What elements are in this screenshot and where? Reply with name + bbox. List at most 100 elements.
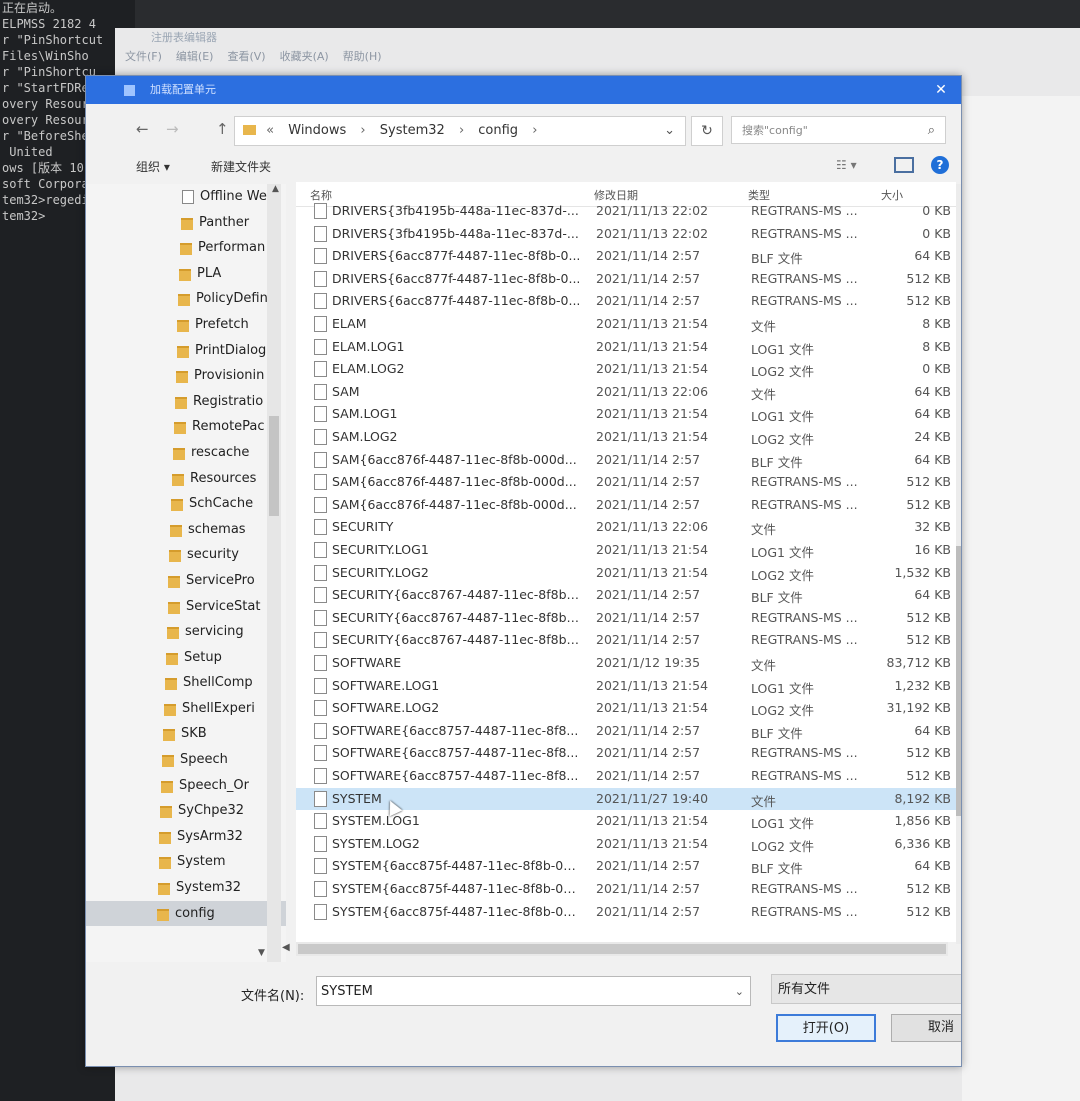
file-row[interactable]: ELAM.LOG2 2021/11/13 21:54 LOG2 文件 0 KB xyxy=(296,358,956,381)
menu-item: 帮助(H) xyxy=(342,50,382,63)
tree-item-system32[interactable]: System32 xyxy=(86,875,286,901)
search-icon[interactable]: ⌕ xyxy=(928,117,935,145)
back-arrow-icon[interactable]: ← xyxy=(136,120,149,138)
chevron-down-icon[interactable]: ⌄ xyxy=(664,117,675,145)
file-row[interactable]: SECURITY{6acc8767-4487-11ec-8f8b-... 2021… xyxy=(296,629,956,652)
list-horizontal-thumb[interactable] xyxy=(298,944,946,954)
tree-item-servicestat[interactable]: ServiceStat xyxy=(86,594,286,620)
tree-item-offline-we[interactable]: Offline We xyxy=(86,184,286,210)
chevron-down-icon[interactable]: ⌄ xyxy=(735,977,744,1007)
tree-item-remotepac[interactable]: RemotePac xyxy=(86,414,286,440)
refresh-button[interactable]: ↻ xyxy=(691,116,723,146)
breadcrumb-windows[interactable]: Windows xyxy=(288,123,346,138)
file-row[interactable]: SAM.LOG2 2021/11/13 21:54 LOG2 文件 24 KB xyxy=(296,426,956,449)
file-row[interactable]: SOFTWARE{6acc8757-4487-11ec-8f8... 2021/1… xyxy=(296,720,956,743)
search-input[interactable]: 搜索"config" ⌕ xyxy=(731,116,946,144)
tree-item-registratio[interactable]: Registratio xyxy=(86,389,286,415)
tree-item-rescache[interactable]: rescache xyxy=(86,440,286,466)
tree-item-panther[interactable]: Panther xyxy=(86,210,286,236)
cancel-button[interactable]: 取消 xyxy=(891,1014,961,1042)
tree-item-policydefin[interactable]: PolicyDefin xyxy=(86,286,286,312)
list-scrollbar-thumb[interactable] xyxy=(956,546,961,816)
filename-input[interactable]: SYSTEM ⌄ xyxy=(316,976,751,1006)
tree-item-system[interactable]: System xyxy=(86,849,286,875)
tree-item-sysarm32[interactable]: SysArm32 xyxy=(86,824,286,850)
file-row[interactable]: SAM.LOG1 2021/11/13 21:54 LOG1 文件 64 KB xyxy=(296,403,956,426)
tree-item-label: Speech xyxy=(180,752,228,768)
file-row[interactable]: DRIVERS{6acc877f-4487-11ec-8f8b-0... 2021… xyxy=(296,245,956,268)
file-row[interactable]: SAM 2021/11/13 22:06 文件 64 KB xyxy=(296,381,956,404)
new-folder-button[interactable]: 新建文件夹 xyxy=(211,158,271,175)
tree-scrollbar-thumb[interactable] xyxy=(269,416,279,516)
file-row[interactable]: SECURITY{6acc8767-4487-11ec-8f8b-... 2021… xyxy=(296,584,956,607)
file-date: 2021/11/27 19:40 xyxy=(596,790,709,806)
tree-item-shellcomp[interactable]: ShellComp xyxy=(86,670,286,696)
tree-item-config[interactable]: config xyxy=(86,900,286,927)
chevron-left-icon[interactable]: ◀ xyxy=(282,942,290,953)
tree-item-sychpe32[interactable]: SyChpe32 xyxy=(86,798,286,824)
view-options-icon[interactable]: ☷ ▾ xyxy=(836,158,857,172)
file-row[interactable]: SOFTWARE.LOG2 2021/11/13 21:54 LOG2 文件 31,1… xyxy=(296,697,956,720)
file-row[interactable]: SECURITY.LOG1 2021/11/13 21:54 LOG1 文件 16 K… xyxy=(296,539,956,562)
file-row[interactable]: SYSTEM{6acc875f-4487-11ec-8f8b-00... 2021… xyxy=(296,855,956,878)
help-icon[interactable]: ? xyxy=(931,156,949,174)
close-button[interactable]: ✕ xyxy=(929,76,953,104)
file-row[interactable]: SOFTWARE{6acc8757-4487-11ec-8f8... 2021/1… xyxy=(296,742,956,765)
file-row[interactable]: SYSTEM{6acc875f-4487-11ec-8f8b-00... 2021… xyxy=(296,901,956,924)
tree-scrollbar[interactable] xyxy=(267,184,281,962)
file-row[interactable]: SYSTEM{6acc875f-4487-11ec-8f8b-00... 2021… xyxy=(296,878,956,901)
dialog-titlebar[interactable]: 加载配置单元 ✕ xyxy=(86,76,961,104)
up-arrow-icon[interactable]: ↑ xyxy=(216,120,229,138)
organize-button[interactable]: 组织 ▾ xyxy=(136,158,170,175)
tree-item-shellexperi[interactable]: ShellExperi xyxy=(86,696,286,722)
open-button[interactable]: 打开(O) xyxy=(776,1014,876,1042)
file-row[interactable]: SECURITY{6acc8767-4487-11ec-8f8b-... 2021… xyxy=(296,607,956,630)
file-row[interactable]: DRIVERS{3fb4195b-448a-11ec-837d-... 2021/… xyxy=(296,223,956,246)
chevron-down-icon[interactable]: ▼ xyxy=(258,948,265,958)
file-type-select[interactable]: 所有文件 ⌄ xyxy=(771,974,961,1004)
file-row[interactable]: DRIVERS{3fb4195b-448a-11ec-837d-... 2021/… xyxy=(296,200,956,223)
file-row[interactable]: SOFTWARE 2021/1/12 19:35 文件 83,712 KB xyxy=(296,652,956,675)
tree-item-skb[interactable]: SKB xyxy=(86,721,286,747)
breadcrumb-system32[interactable]: System32 xyxy=(380,123,445,138)
file-row[interactable]: SAM{6acc876f-4487-11ec-8f8b-000d... 2021/… xyxy=(296,471,956,494)
tree-item-pla[interactable]: PLA xyxy=(86,261,286,287)
tree-item-schcache[interactable]: SchCache xyxy=(86,491,286,517)
tree-item-servicing[interactable]: servicing xyxy=(86,619,286,645)
file-row[interactable]: SECURITY.LOG2 2021/11/13 21:54 LOG2 文件 1,53… xyxy=(296,562,956,585)
file-row[interactable]: SOFTWARE.LOG1 2021/11/13 21:54 LOG1 文件 1,23… xyxy=(296,675,956,698)
file-size: 0 KB xyxy=(922,361,951,377)
file-row[interactable]: SAM{6acc876f-4487-11ec-8f8b-000d... 2021/… xyxy=(296,494,956,517)
preview-pane-icon[interactable] xyxy=(894,157,914,173)
breadcrumb-overflow[interactable]: « xyxy=(266,123,274,138)
file-row[interactable]: DRIVERS{6acc877f-4487-11ec-8f8b-0... 2021… xyxy=(296,290,956,313)
tree-item-security[interactable]: security xyxy=(86,542,286,568)
file-row[interactable]: SAM{6acc876f-4487-11ec-8f8b-000d... 2021/… xyxy=(296,449,956,472)
file-row[interactable]: SYSTEM.LOG2 2021/11/13 21:54 LOG2 文件 6,336 … xyxy=(296,833,956,856)
forward-arrow-icon[interactable]: → xyxy=(166,120,179,138)
tree-item-setup[interactable]: Setup xyxy=(86,645,286,671)
tree-item-performan[interactable]: Performan xyxy=(86,235,286,261)
tree-item-printdialog[interactable]: PrintDialog xyxy=(86,338,286,364)
tree-item-resources[interactable]: Resources xyxy=(86,466,286,492)
tree-item-speech[interactable]: Speech xyxy=(86,747,286,773)
tree-item-prefetch[interactable]: Prefetch xyxy=(86,312,286,338)
tree-item-label: Speech_Or xyxy=(179,777,249,793)
breadcrumb-config[interactable]: config xyxy=(478,123,518,138)
file-row[interactable]: DRIVERS{6acc877f-4487-11ec-8f8b-0... 2021… xyxy=(296,268,956,291)
tree-item-provisionin[interactable]: Provisionin xyxy=(86,363,286,389)
address-bar[interactable]: « Windows › System32 › config › ⌄ xyxy=(234,116,686,146)
tree-item-servicepro[interactable]: ServicePro xyxy=(86,568,286,594)
tree-item-schemas[interactable]: schemas xyxy=(86,517,286,543)
tree-item-speech-or[interactable]: Speech_Or xyxy=(86,773,286,799)
chevron-up-icon[interactable]: ▲ xyxy=(272,184,279,194)
file-row[interactable]: ELAM 2021/11/13 21:54 文件 8 KB xyxy=(296,313,956,336)
file-icon xyxy=(314,474,327,491)
file-icon xyxy=(314,609,327,626)
file-name: DRIVERS{6acc877f-4487-11ec-8f8b-0... xyxy=(332,248,581,264)
file-size: 16 KB xyxy=(914,542,951,557)
file-row[interactable]: SECURITY 2021/11/13 22:06 文件 32 KB xyxy=(296,516,956,539)
file-row[interactable]: ELAM.LOG1 2021/11/13 21:54 LOG1 文件 8 KB xyxy=(296,336,956,359)
file-row[interactable]: SOFTWARE{6acc8757-4487-11ec-8f8... 2021/1… xyxy=(296,765,956,788)
file-type: LOG1 文件 xyxy=(751,816,814,832)
